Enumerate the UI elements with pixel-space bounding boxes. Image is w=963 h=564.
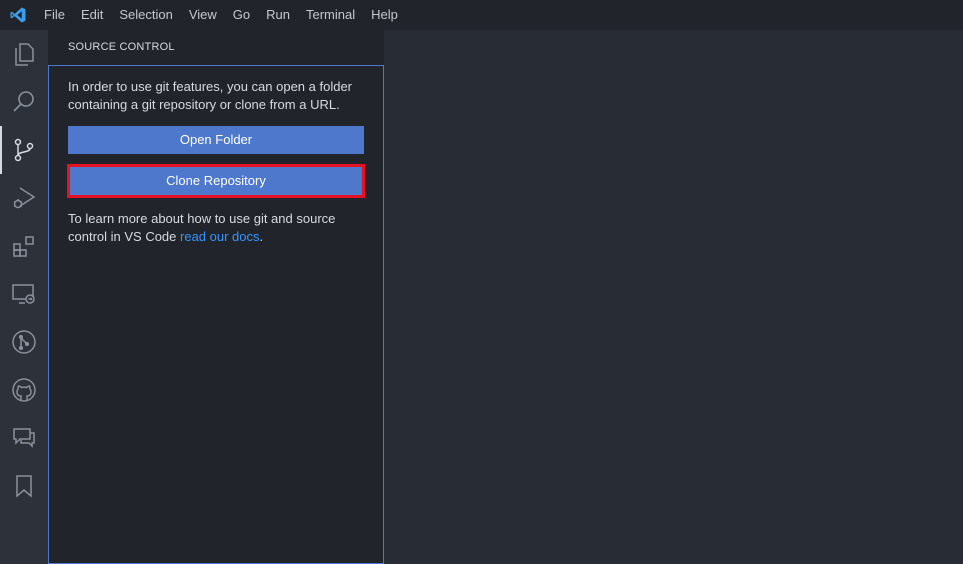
menu-file[interactable]: File: [36, 0, 73, 30]
source-control-icon: [14, 138, 34, 162]
activity-remote-explorer[interactable]: [0, 270, 48, 318]
read-docs-link[interactable]: read our docs: [180, 229, 260, 244]
sidebar-title: SOURCE CONTROL: [68, 41, 175, 53]
activity-bar: [0, 30, 48, 564]
explorer-icon: [15, 43, 34, 66]
menu-go[interactable]: Go: [225, 0, 258, 30]
menu-view[interactable]: View: [181, 0, 225, 30]
source-control-welcome-pane: In order to use git features, you can op…: [48, 65, 384, 564]
editor-area[interactable]: [384, 30, 963, 564]
activity-source-control[interactable]: [0, 126, 48, 174]
activity-bookmarks[interactable]: [0, 462, 48, 510]
open-folder-button[interactable]: Open Folder: [68, 126, 364, 154]
vscode-logo-icon: [0, 0, 36, 30]
extensions-icon: [13, 236, 34, 257]
activity-search[interactable]: [0, 78, 48, 126]
activity-run-debug[interactable]: [0, 174, 48, 222]
git-graph-icon: [12, 330, 36, 354]
intro-text: In order to use git features, you can op…: [68, 79, 353, 112]
activity-git-graph[interactable]: [0, 318, 48, 366]
remote-explorer-icon: [12, 284, 35, 304]
run-debug-icon: [13, 187, 36, 209]
github-icon: [12, 378, 36, 402]
comments-icon: [13, 428, 35, 448]
menu-terminal[interactable]: Terminal: [298, 0, 363, 30]
bookmarks-icon: [16, 475, 32, 498]
learn-more-suffix: .: [259, 229, 264, 244]
menu-run[interactable]: Run: [258, 0, 298, 30]
activity-explorer[interactable]: [0, 30, 48, 78]
clone-repository-button[interactable]: Clone Repository: [70, 167, 362, 195]
menu-selection[interactable]: Selection: [111, 0, 180, 30]
search-icon: [13, 91, 34, 112]
menu-help[interactable]: Help: [363, 0, 406, 30]
learn-more-text: To learn more about how to use git and s…: [68, 210, 364, 246]
source-control-sidebar: SOURCE CONTROL In order to use git featu…: [48, 30, 384, 564]
title-bar: File Edit Selection View Go Run Terminal…: [0, 0, 963, 30]
menu-bar: File Edit Selection View Go Run Terminal…: [36, 0, 406, 30]
menu-edit[interactable]: Edit: [73, 0, 111, 30]
activity-extensions[interactable]: [0, 222, 48, 270]
clone-repository-highlight: Clone Repository: [67, 164, 365, 198]
activity-comments[interactable]: [0, 414, 48, 462]
activity-github[interactable]: [0, 366, 48, 414]
